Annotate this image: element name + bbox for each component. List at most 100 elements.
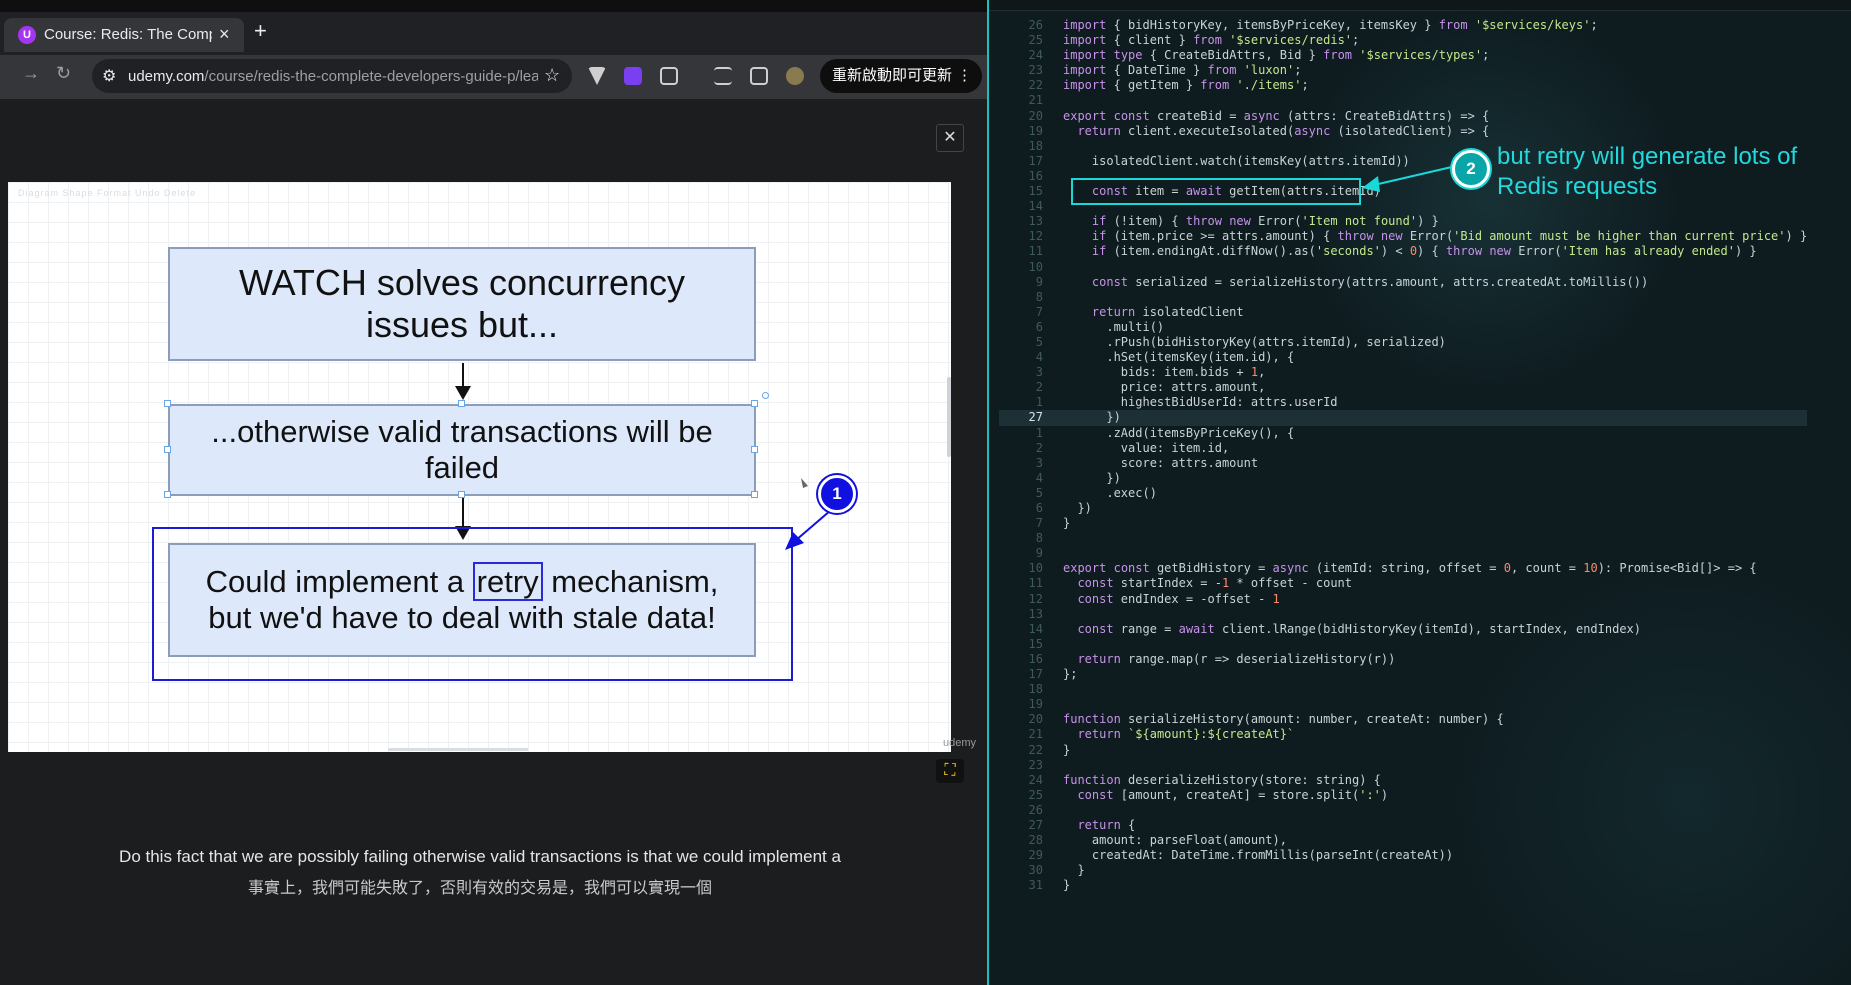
code-line[interactable]: 5 .exec() bbox=[999, 486, 1807, 501]
code-line[interactable]: 2 value: item.id, bbox=[999, 441, 1807, 456]
code-line[interactable]: 7} bbox=[999, 516, 1807, 531]
line-number: 22 bbox=[1028, 78, 1043, 93]
fit-screen-icon[interactable]: ⛶ bbox=[936, 759, 964, 783]
code-line[interactable]: 1 .zAdd(itemsByPriceKey(), { bbox=[999, 426, 1807, 441]
code-text: const endIndex = -offset - 1 bbox=[1077, 591, 1280, 606]
code-line[interactable]: 14 const range = await client.lRange(bid… bbox=[999, 622, 1807, 637]
code-line[interactable]: 20 function serializeHistory(amount: numb… bbox=[999, 712, 1807, 727]
code-line[interactable]: 20 export const createBid = async (attrs:… bbox=[999, 109, 1807, 124]
code-line[interactable]: 15 bbox=[999, 637, 1807, 652]
code-line[interactable]: 11 if (item.endingAt.diffNow().as('secon… bbox=[999, 244, 1807, 259]
editor-top-strip bbox=[989, 0, 1851, 11]
site-info-icon[interactable]: ⚙ bbox=[102, 66, 116, 86]
tab-course[interactable]: U Course: Redis: The Comp × bbox=[4, 18, 244, 52]
code-line[interactable]: 16 return range.map(r => deserializeHist… bbox=[999, 652, 1807, 667]
code-line[interactable]: 12 const endIndex = -offset - 1 bbox=[999, 592, 1807, 607]
code-line[interactable]: 12 if (item.price >= attrs.amount) { thr… bbox=[999, 229, 1808, 244]
code-line[interactable]: 30 } bbox=[999, 863, 1807, 878]
line-number: 6 bbox=[1035, 501, 1043, 515]
code-line[interactable]: 5 .rPush(bidHistoryKey(attrs.itemId), se… bbox=[999, 335, 1807, 350]
code-line[interactable]: 9 bbox=[999, 546, 1807, 561]
profile-avatar[interactable] bbox=[786, 67, 804, 85]
code-line[interactable]: 18 bbox=[999, 682, 1807, 697]
code-line[interactable]: 25 import { client } from '$services/redi… bbox=[999, 33, 1807, 48]
extension-purple-icon[interactable] bbox=[624, 67, 642, 85]
code-line[interactable]: 24 function deserializeHistory(store: str… bbox=[999, 773, 1807, 788]
code-line[interactable]: 19 bbox=[999, 697, 1807, 712]
address-bar[interactable]: ⚙ udemy.com/course/redis-the-complete-de… bbox=[92, 59, 572, 93]
update-restart-button[interactable]: 重新啟動即可更新 ⋮ bbox=[820, 59, 982, 93]
line-number: 21 bbox=[1028, 727, 1043, 742]
forward-button[interactable]: → bbox=[22, 63, 40, 84]
code-line[interactable]: 10 bbox=[999, 260, 1807, 275]
code-text: price: attrs.amount, bbox=[1063, 380, 1266, 395]
line-number: 12 bbox=[1028, 229, 1043, 244]
side-panel-icon[interactable] bbox=[750, 67, 768, 85]
line-number: 11 bbox=[1028, 244, 1043, 259]
code-line[interactable]: 8 bbox=[999, 290, 1807, 305]
code-line[interactable]: 31} bbox=[999, 878, 1807, 893]
code-line[interactable]: 1 highestBidUserId: attrs.userId bbox=[999, 395, 1807, 410]
code-line[interactable]: 19 return client.executeIsolated(async (… bbox=[999, 124, 1807, 139]
menu-kebab-icon[interactable]: ⋮ bbox=[957, 59, 972, 93]
tab-close-icon[interactable]: × bbox=[219, 24, 230, 45]
code-text: .zAdd(itemsByPriceKey(), { bbox=[1063, 425, 1295, 440]
code-line[interactable]: 26 import { bidHistoryKey, itemsByPriceKe… bbox=[999, 18, 1807, 33]
line-number: 4 bbox=[1035, 470, 1043, 485]
code-text: const startIndex = -1 * offset - count bbox=[1077, 576, 1353, 591]
code-line[interactable]: 28 amount: parseFloat(amount), bbox=[999, 833, 1807, 848]
reload-button[interactable]: ↻ bbox=[56, 63, 71, 84]
line-number: 9 bbox=[1035, 274, 1043, 289]
line-number: 15 bbox=[1028, 184, 1043, 199]
code-line[interactable]: 22 import { getItem } from './items'; bbox=[999, 78, 1807, 93]
line-number: 26 bbox=[1028, 802, 1043, 817]
extensions-puzzle-icon[interactable] bbox=[660, 67, 678, 85]
code-line[interactable]: 3 score: attrs.amount bbox=[999, 456, 1807, 471]
line-number: 4 bbox=[1035, 350, 1043, 365]
code-line[interactable]: 22} bbox=[999, 743, 1807, 758]
media-control-icon[interactable] bbox=[714, 67, 732, 85]
code-line[interactable]: 26 bbox=[999, 803, 1807, 818]
code-line[interactable]: 10 export const getBidHistory = async (it… bbox=[999, 561, 1807, 576]
extension-vee-icon[interactable] bbox=[588, 67, 606, 85]
code-line[interactable]: 4 }) bbox=[999, 471, 1807, 486]
line-number: 1 bbox=[1035, 395, 1043, 410]
code-text: }; bbox=[1063, 667, 1078, 682]
line-number: 30 bbox=[1028, 863, 1043, 878]
code-text: function serializeHistory(amount: number… bbox=[1063, 712, 1504, 727]
line-number: 2 bbox=[1035, 440, 1043, 455]
slide-bottom-bar bbox=[388, 748, 528, 751]
code-line[interactable]: 2 price: attrs.amount, bbox=[999, 380, 1807, 395]
code-line[interactable]: 13 if (!item) { throw new Error('Item no… bbox=[999, 214, 1807, 229]
code-line[interactable]: 27 return { bbox=[999, 818, 1807, 833]
code-line[interactable]: 23 bbox=[999, 758, 1807, 773]
new-tab-button[interactable]: + bbox=[254, 18, 267, 44]
code-line[interactable]: 3 bids: item.bids + 1, bbox=[999, 365, 1807, 380]
code-line[interactable]: 11 const startIndex = -1 * offset - coun… bbox=[999, 576, 1807, 591]
code-line[interactable]: 8 bbox=[999, 531, 1807, 546]
bookmark-star-icon[interactable]: ☆ bbox=[544, 65, 560, 86]
code-line[interactable]: 6 .multi() bbox=[999, 320, 1807, 335]
code-line[interactable]: 6 }) bbox=[999, 501, 1807, 516]
code-line[interactable]: 17}; bbox=[999, 667, 1807, 682]
slide-scrollbar[interactable] bbox=[947, 377, 951, 457]
code-text: } bbox=[1063, 863, 1085, 878]
code-text: export const createBid = async (attrs: C… bbox=[1063, 108, 1490, 123]
code-text: return range.map(r => deserializeHistory… bbox=[1077, 651, 1396, 666]
code-line[interactable]: 21 bbox=[999, 93, 1807, 108]
line-number: 3 bbox=[1035, 365, 1043, 380]
code-line[interactable]: 7 return isolatedClient bbox=[999, 305, 1807, 320]
code-line[interactable]: 4 .hSet(itemsKey(item.id), { bbox=[999, 350, 1807, 365]
code-line[interactable]: 24 import type { CreateBidAttrs, Bid } fr… bbox=[999, 48, 1807, 63]
line-number: 21 bbox=[1028, 93, 1043, 108]
line-number: 17 bbox=[1028, 667, 1043, 682]
code-line[interactable]: 25 const [amount, createAt] = store.spli… bbox=[999, 788, 1807, 803]
code-line[interactable]: 21 return `${amount}:${createAt}` bbox=[999, 727, 1807, 742]
lecture-slide: Diagram Shape Format Undo Delete WATCH s… bbox=[8, 182, 951, 752]
code-line[interactable]: 13 bbox=[999, 607, 1807, 622]
code-line[interactable]: 23 import { DateTime } from 'luxon'; bbox=[999, 63, 1807, 78]
code-line[interactable]: 29 createdAt: DateTime.fromMillis(parseI… bbox=[999, 848, 1807, 863]
code-line[interactable]: 27 }) bbox=[999, 410, 1808, 426]
code-line[interactable]: 9 const serialized = serializeHistory(at… bbox=[999, 275, 1807, 290]
close-icon[interactable]: ✕ bbox=[936, 124, 964, 152]
